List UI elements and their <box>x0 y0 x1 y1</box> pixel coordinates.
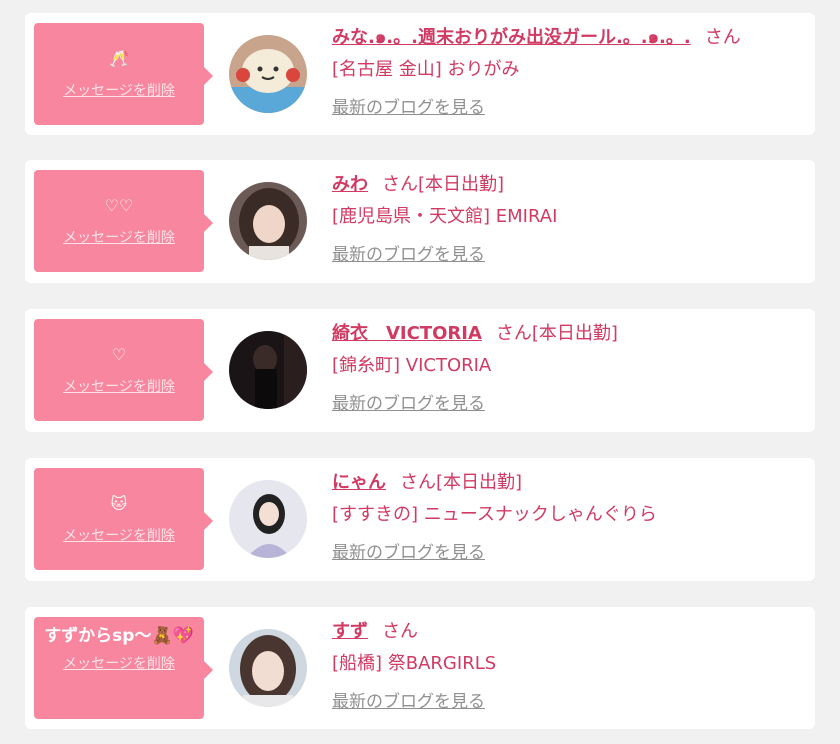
latest-blog-link[interactable]: 最新のブログを見る <box>332 687 485 712</box>
avatar[interactable] <box>229 182 307 260</box>
latest-blog-link[interactable]: 最新のブログを見る <box>332 240 485 265</box>
cast-name-link[interactable]: みな.๑.。.週末おりがみ出没ガール.。.๑.。. <box>332 27 691 48</box>
delete-message-link[interactable]: メッセージを削除 <box>63 80 175 100</box>
message-bubble: 🐱 メッセージを削除 <box>34 468 213 570</box>
message-text: すずからsp〜🧸💖 <box>44 626 194 646</box>
attendance-status: [本日出勤] <box>418 174 505 195</box>
cast-name-link[interactable]: すず <box>332 621 368 642</box>
name-line: にゃん さん[本日出勤] <box>332 468 805 498</box>
cast-name-link[interactable]: 綺衣 VICTORIA <box>332 323 482 344</box>
latest-blog-link[interactable]: 最新のブログを見る <box>332 389 485 414</box>
latest-blog-link[interactable]: 最新のブログを見る <box>332 538 485 563</box>
cast-name-link[interactable]: にゃん <box>332 472 386 493</box>
delete-message-link[interactable]: メッセージを削除 <box>63 227 175 247</box>
name-line: すず さん <box>332 617 805 647</box>
delete-message-link[interactable]: メッセージを削除 <box>63 525 175 545</box>
message-text: 🥂 <box>109 49 129 68</box>
avatar[interactable] <box>229 629 307 707</box>
cast-info: みな.๑.。.週末おりがみ出没ガール.。.๑.。. さん [名古屋 金山] おりが… <box>332 23 805 118</box>
delete-message-link[interactable]: メッセージを削除 <box>63 376 175 396</box>
cast-info: にゃん さん[本日出勤] [すすきの] ニュースナックしゃんぐりら 最新のブログを… <box>332 468 805 563</box>
message-card: すずからsp〜🧸💖 メッセージを削除 すず さん [船橋] 祭BARGIRLS 最… <box>25 607 815 729</box>
avatar[interactable] <box>229 331 307 409</box>
honorific: さん <box>400 472 436 493</box>
message-card: 🐱 メッセージを削除 にゃん さん[本日出勤] [すすきの] ニュースナックしゃん… <box>25 458 815 581</box>
attendance-status: [本日出勤] <box>436 472 523 493</box>
shop-info: [すすきの] ニュースナックしゃんぐりら <box>332 504 657 525</box>
message-text: ♡ <box>111 345 127 364</box>
message-text: 🐱 <box>110 494 128 513</box>
avatar[interactable] <box>229 480 307 558</box>
message-card: ♡ メッセージを削除 綺衣 VICTORIA さん[本日出勤] [錦糸町] VIC… <box>25 309 815 432</box>
honorific: さん <box>382 174 418 195</box>
cast-info: 綺衣 VICTORIA さん[本日出勤] [錦糸町] VICTORIA 最新のブロ… <box>332 319 805 414</box>
honorific: さん <box>704 27 741 48</box>
message-text: ♡♡ <box>104 196 134 215</box>
avatar[interactable] <box>229 35 307 113</box>
message-card: 🥂 メッセージを削除 みな.๑.。.週末おりがみ出没ガール.。.๑.。. さん [… <box>25 13 815 135</box>
shop-info: [錦糸町] VICTORIA <box>332 355 492 376</box>
cast-info: すず さん [船橋] 祭BARGIRLS 最新のブログを見る <box>332 617 805 712</box>
delete-message-link[interactable]: メッセージを削除 <box>63 653 175 673</box>
cast-info: みわ さん[本日出勤] [鹿児島県・天文館] EMIRAI 最新のブログを見る <box>332 170 805 265</box>
message-bubble: ♡ メッセージを削除 <box>34 319 213 421</box>
attendance-status: [本日出勤] <box>531 323 618 344</box>
name-line: みわ さん[本日出勤] <box>332 170 805 200</box>
shop-info: [名古屋 金山] おりがみ <box>332 59 520 80</box>
shop-info: [船橋] 祭BARGIRLS <box>332 653 497 674</box>
message-bubble: 🥂 メッセージを削除 <box>34 23 213 125</box>
message-bubble: すずからsp〜🧸💖 メッセージを削除 <box>34 617 213 719</box>
honorific: さん <box>495 323 532 344</box>
name-line: みな.๑.。.週末おりがみ出没ガール.。.๑.。. さん <box>332 23 805 53</box>
shop-info: [鹿児島県・天文館] EMIRAI <box>332 206 558 227</box>
latest-blog-link[interactable]: 最新のブログを見る <box>332 93 485 118</box>
message-card: ♡♡ メッセージを削除 みわ さん[本日出勤] [鹿児島県・天文館] EMIRAI… <box>25 160 815 283</box>
honorific: さん <box>382 621 418 642</box>
message-list: 🥂 メッセージを削除 みな.๑.。.週末おりがみ出没ガール.。.๑.。. さん [… <box>0 0 840 744</box>
message-bubble: ♡♡ メッセージを削除 <box>34 170 213 272</box>
cast-name-link[interactable]: みわ <box>332 174 368 195</box>
name-line: 綺衣 VICTORIA さん[本日出勤] <box>332 319 805 349</box>
